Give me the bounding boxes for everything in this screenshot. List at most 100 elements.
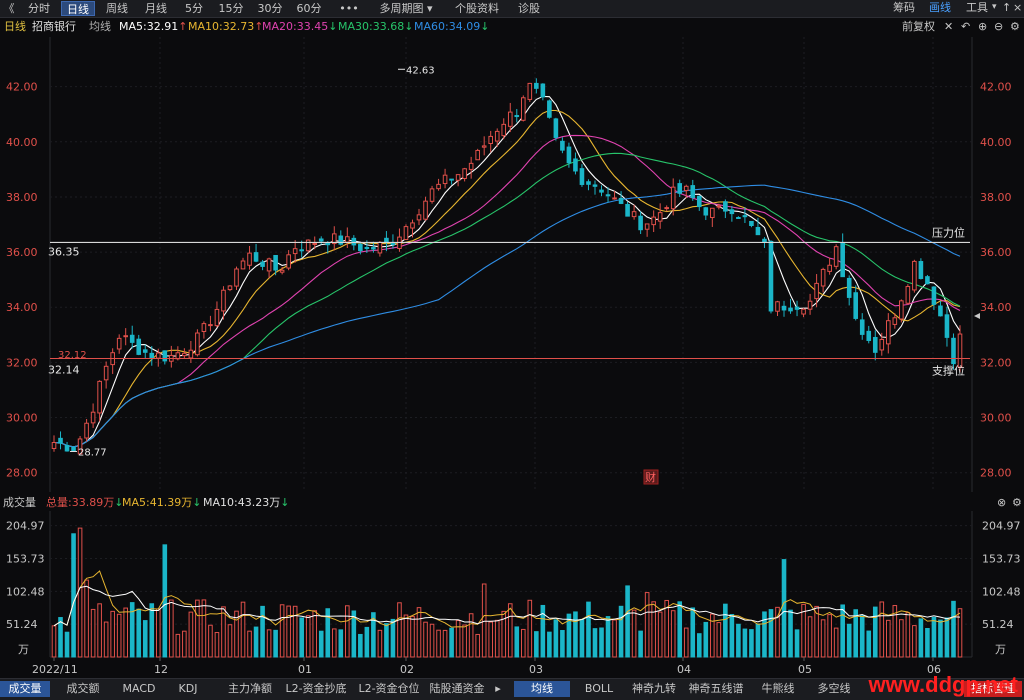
volume-bar [273,629,278,658]
volume-bar [247,630,252,658]
volume-bar [423,621,428,658]
volume-bar [136,608,142,658]
volume-bar [364,626,370,658]
volume-bar [507,603,513,658]
candle-body [879,338,885,351]
tab-bull-bear[interactable]: 牛熊线 [753,681,803,697]
support-value: 32.14 [48,364,80,377]
candle-body [618,197,624,204]
tab-magic-five[interactable]: 神奇五线谱 [684,681,748,697]
volume-bar [103,621,109,658]
tab-30min[interactable]: 30分 [253,1,287,16]
price-tick-left: 32.00 [6,356,38,369]
tab-daily[interactable]: 日线 [61,1,95,16]
price-tick-left: 34.00 [6,301,38,314]
tab-main-net[interactable]: 主力净额 [222,681,278,697]
volume-bar [345,605,350,658]
candle-body [599,189,604,193]
adjust-mode-button[interactable]: 前复权 [902,19,935,35]
volume-bar [188,611,194,658]
candle-body [833,246,839,267]
tools-menu-button[interactable]: 工具 [966,0,988,15]
volume-bar [110,610,115,658]
volume-bar [77,527,83,658]
tab-diagnose[interactable]: 诊股 [512,1,546,16]
candle-body [631,211,637,218]
tab-l2-position[interactable]: L2-资金仓位 [354,681,424,697]
tab-kdj[interactable]: KDJ [168,681,208,697]
tab-magic-nine[interactable]: 神奇九转 [627,681,681,697]
tab-l2-bottom[interactable]: L2-资金抄底 [280,681,352,697]
tab-macd[interactable]: MACD [115,681,163,697]
volume-bar [436,629,441,658]
candle-body [182,352,187,357]
candlestick-chart[interactable]: 42.00 42.00 40.00 40.00 38.00 38.00 36.00 36.00… [0,37,1024,492]
tab-intraday[interactable]: 分时 [22,1,56,16]
candle-body [775,301,780,312]
candle-body [905,286,911,304]
tab-monthly[interactable]: 月线 [139,1,173,16]
volume-bar [742,628,748,658]
zoom-out-icon[interactable]: ⊖ [994,19,1003,35]
tab-15min[interactable]: 15分 [214,1,248,16]
settings-icon[interactable]: ⚙ [1010,19,1020,35]
draw-line-button[interactable]: 画线 [929,0,951,15]
tab-boll[interactable]: BOLL [575,681,623,697]
candle-body [573,158,578,172]
zoom-in-icon[interactable]: ⊕ [978,19,987,35]
volume-total: 总量:33.89万↓ [46,496,124,509]
tab-volume[interactable]: 成交量 [0,681,50,697]
up-arrow-icon[interactable]: ↑ [1002,0,1011,15]
volume-bar [481,583,487,658]
tab-long-short[interactable]: 多空线 [808,681,860,697]
candle-body [696,195,702,208]
volume-bar [716,622,722,658]
volume-bar [253,626,259,658]
volume-chart[interactable]: 204.97 204.97 153.73 153.73 102.48 102.48 51.2… [0,511,1024,678]
tab-northbound[interactable]: 陆股通资金 [426,681,488,697]
candle-body [423,200,428,220]
volume-bar [612,619,617,658]
tab-turnover[interactable]: 成交额 [58,681,108,697]
undo-icon[interactable]: ↶ [961,19,970,35]
period-label: 日线 [4,20,26,33]
volume-settings-icon[interactable]: ⚙ [1012,495,1022,511]
more-periods-button[interactable]: ••• [332,1,366,16]
price-tick-right: 30.00 [980,412,1012,425]
collapse-icon[interactable]: 《 [2,1,16,16]
stock-name[interactable]: 招商银行 [32,19,76,35]
tab-stock-info[interactable]: 个股资料 [447,1,507,16]
adjust-mode-icon[interactable]: ✕ [944,19,953,35]
candle-body [736,217,741,220]
volume-bar [703,621,709,658]
volume-bar [886,619,891,658]
candle-body [527,82,533,100]
candle-body [364,246,370,249]
multi-period-dropdown[interactable]: 多周期图 ▾ [372,1,440,16]
volume-ma5: MA5:41.39万↓ [122,496,202,509]
tab-5min[interactable]: 5分 [179,1,209,16]
volume-bar [358,633,363,658]
volume-bar [879,601,885,658]
close-volume-icon[interactable]: ⊗ [997,495,1006,511]
volume-bar [696,633,702,658]
candle-body [520,97,526,121]
close-icon[interactable]: × [1013,0,1022,15]
date-label-3: 02 [400,663,414,676]
tab-60min[interactable]: 60分 [292,1,326,16]
volume-bar [657,611,663,658]
volume-bar [494,619,500,658]
ma-settings-label[interactable]: 均线 [89,19,111,35]
tab-ma-overlay[interactable]: 均线 [514,681,570,697]
volume-bar [208,624,213,658]
candle-body [788,307,793,312]
volume-bar [586,601,591,658]
chevron-down-icon[interactable]: ▾ [992,0,997,15]
chips-button[interactable]: 筹码 [893,0,915,15]
volume-bar [64,631,70,658]
tab-weekly[interactable]: 周线 [100,1,134,16]
candle-body [312,242,318,245]
volume-bar [123,607,128,658]
candle-body [768,240,774,312]
next-tabs-icon[interactable]: ▸ [490,681,506,697]
